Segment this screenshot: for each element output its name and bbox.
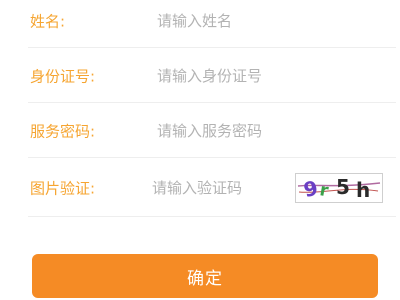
name-label: 姓名: xyxy=(30,12,66,30)
id-number-label: 身份证号: xyxy=(30,67,96,85)
captcha-image[interactable]: 9 r 5 h xyxy=(295,173,383,203)
captcha-char-4: h xyxy=(356,178,370,202)
captcha-input[interactable] xyxy=(152,173,282,202)
captcha-char-3: 5 xyxy=(336,175,350,199)
id-number-row: 身份证号: xyxy=(28,49,396,103)
id-number-input[interactable] xyxy=(157,61,357,90)
confirm-button[interactable]: 确定 xyxy=(32,254,378,298)
verification-form: 姓名: 身份证号: 服务密码: 图片验证: 9 r 5 h 确定 xyxy=(0,0,400,300)
service-password-input[interactable] xyxy=(157,116,357,145)
service-password-row: 服务密码: xyxy=(28,104,396,158)
captcha-row: 图片验证: 9 r 5 h xyxy=(28,159,396,217)
name-input[interactable] xyxy=(157,6,357,35)
captcha-graphic: 9 r 5 h xyxy=(297,175,381,202)
service-password-label: 服务密码: xyxy=(30,122,96,140)
name-row: 姓名: xyxy=(28,0,396,48)
captcha-label: 图片验证: xyxy=(30,179,96,197)
captcha-char-1: 9 xyxy=(301,176,320,202)
